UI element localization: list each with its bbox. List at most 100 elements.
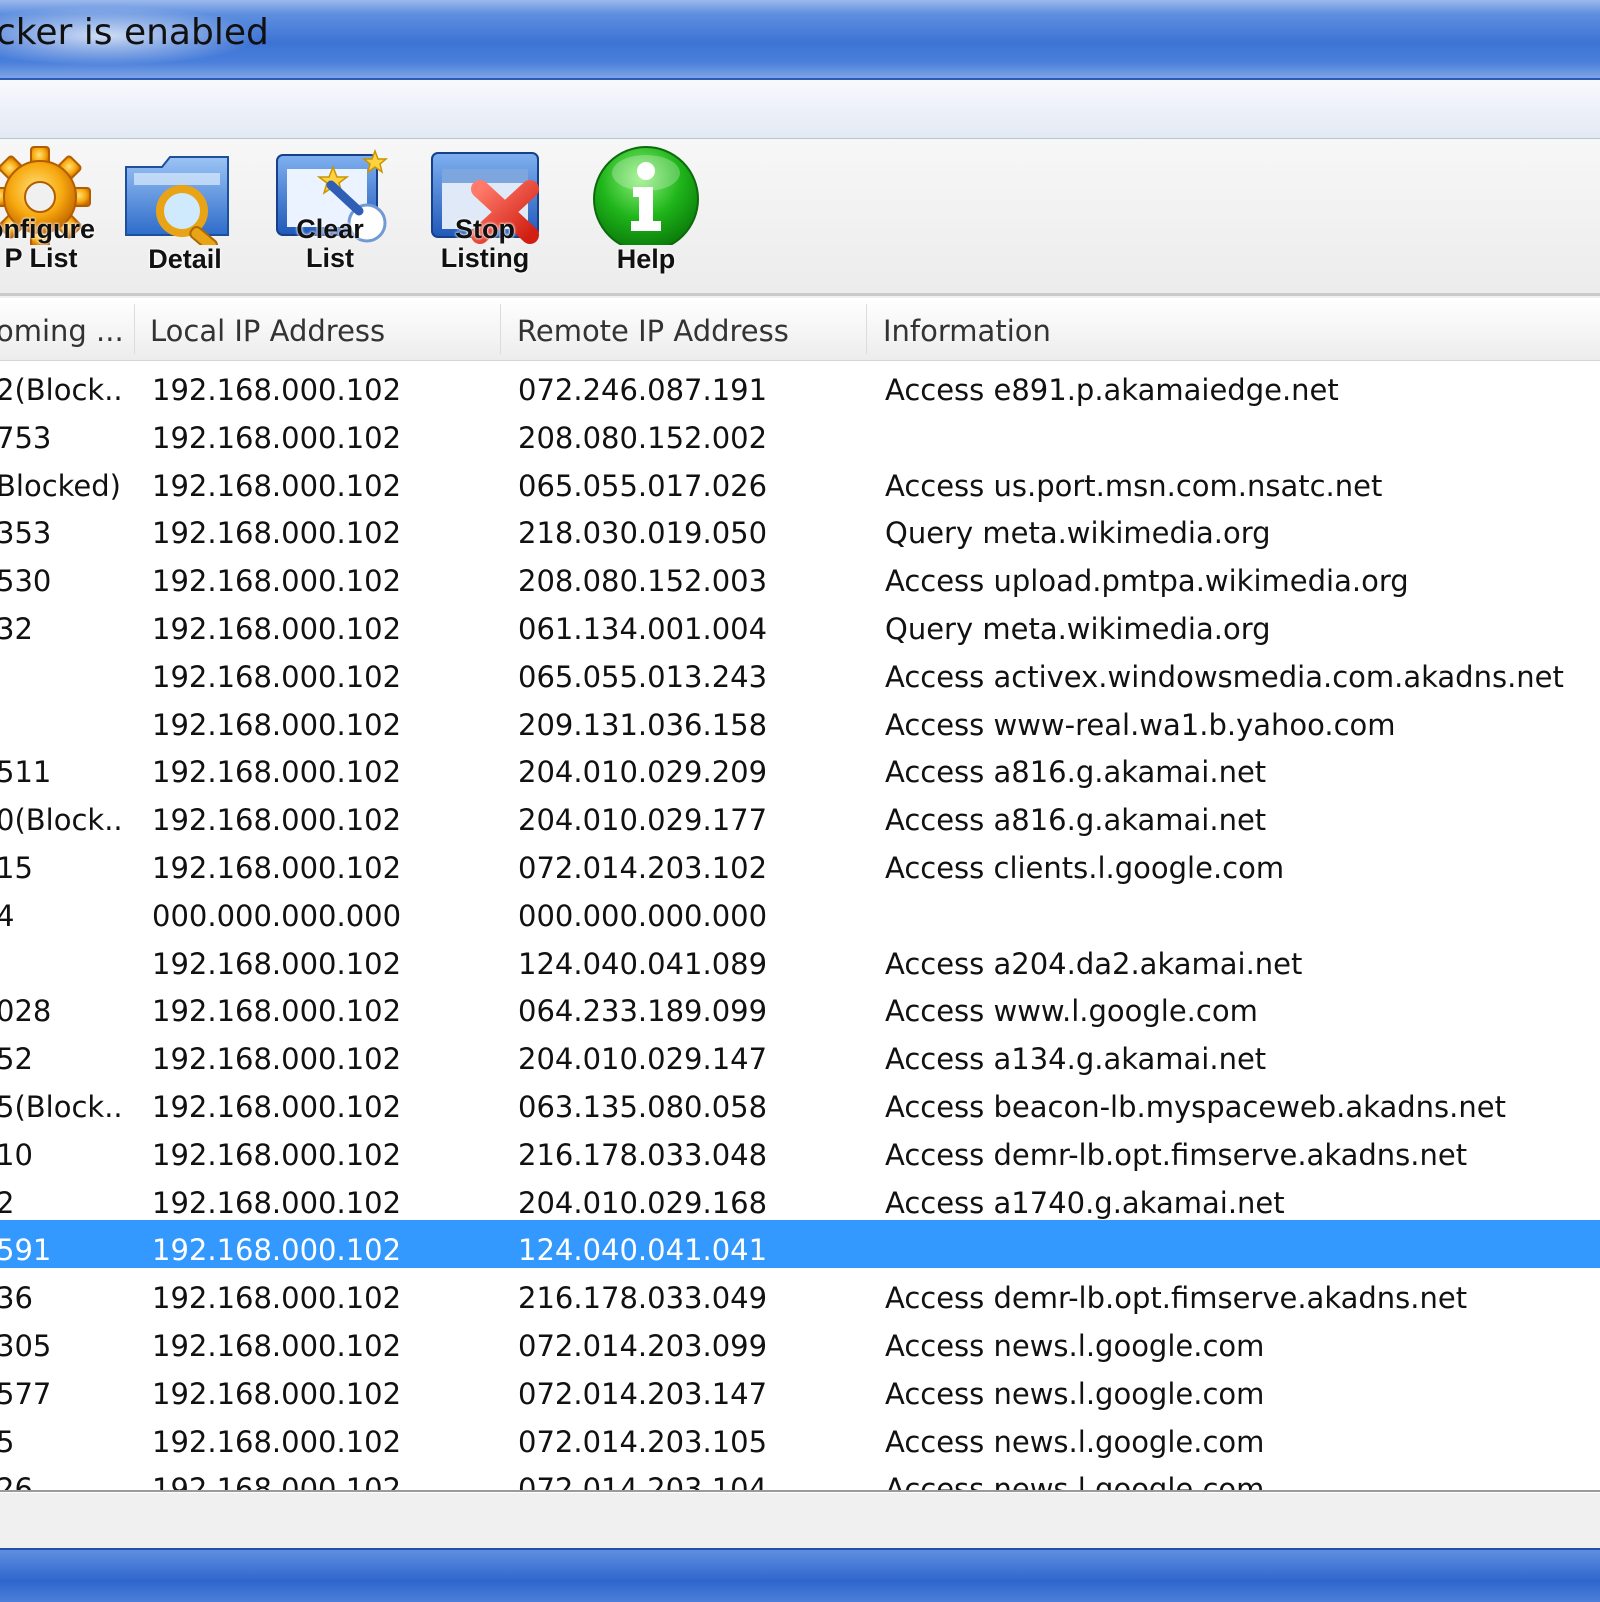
incoming-cell: 353 [0,516,52,551]
clear-list-button[interactable]: Clear List [275,145,405,285]
local-ip-cell: 192.168.000.102 [152,1185,402,1220]
remote-ip-cell: 065.055.017.026 [518,468,768,503]
remote-ip-cell: 072.014.203.147 [518,1376,768,1411]
column-divider[interactable] [500,304,501,354]
toolbar: onfigure P List Detail [0,139,1600,296]
status-bar [0,1492,1600,1549]
remote-ip-cell: 204.010.029.209 [518,755,768,790]
remote-ip-cell: 124.040.041.041 [518,1233,768,1268]
table-row[interactable]: 32 192.168.000.102 061.134.001.004 Query me… [0,599,1600,647]
column-header-remote-ip[interactable]: Remote IP Address [517,298,857,360]
incoming-cell: 15 [0,851,33,885]
table-row[interactable]: 2 192.168.000.102 204.010.029.168 Access a1… [0,1173,1600,1221]
information-cell: Query meta.wikimedia.org [885,612,1271,646]
table-row[interactable]: 353 192.168.000.102 218.030.019.050 Query m… [0,503,1600,551]
local-ip-cell: 192.168.000.102 [152,803,402,838]
table-row[interactable]: 192.168.000.102 209.131.036.158 Access www… [0,695,1600,743]
remote-ip-cell: 208.080.152.003 [518,564,768,599]
information-cell: Access e891.p.akamaiedge.net [885,373,1339,407]
incoming-cell: 4 [0,886,124,934]
stop-listing-button[interactable]: Stop Listing [430,145,560,285]
remote-ip-cell: 072.014.203.099 [518,1329,768,1363]
information-cell: Access a816.g.akamai.net [885,803,1267,838]
table-row[interactable]: 192.168.000.102 065.055.013.243 Access act… [0,647,1600,695]
table-row[interactable]: 511 192.168.000.102 204.010.029.209 Access … [0,742,1600,790]
information-cell: Access a816.g.akamai.net [885,755,1267,790]
table-row[interactable]: 4 000.000.000.000 000.000.000.000 [0,886,1600,934]
remote-ip-cell: 209.131.036.158 [518,707,768,742]
table-row[interactable]: 192.168.000.102 124.040.041.089 Access a20… [0,934,1600,982]
clear-label-line1: Clear [296,214,364,244]
remote-ip-cell: 072.014.203.102 [518,851,768,885]
menu-bar [0,80,1600,139]
remote-ip-cell: 218.030.019.050 [518,516,768,551]
column-divider[interactable] [134,304,135,354]
local-ip-cell: 192.168.000.102 [152,659,402,694]
information-cell: Access activex.windowsmedia.com.akadns.n… [885,659,1564,694]
remote-ip-cell: 064.233.189.099 [518,994,768,1029]
information-cell: Access news.l.google.com [885,1472,1265,1492]
table-row[interactable]: 577 192.168.000.102 072.014.203.147 Access … [0,1364,1600,1412]
help-label: Help [616,244,676,274]
title-bar[interactable]: cker is enabled [0,0,1600,80]
remote-ip-cell: 061.134.001.004 [518,612,768,646]
table-row[interactable]: 028 192.168.000.102 064.233.189.099 Access … [0,981,1600,1029]
table-row[interactable]: 753 192.168.000.102 208.080.152.002 [0,408,1600,456]
table-row[interactable]: 10 192.168.000.102 216.178.033.048 Access d… [0,1125,1600,1173]
table-row[interactable]: 26 192.168.000.102 072.014.203.104 Access n… [0,1459,1600,1492]
clear-label-line2: List [305,243,354,273]
information-cell [885,408,1585,456]
table-row[interactable]: 2(Block... 192.168.000.102 072.246.087.191… [0,360,1600,408]
local-ip-cell: 192.168.000.102 [152,1329,402,1363]
help-button[interactable]: Help [593,145,723,285]
local-ip-cell: 192.168.000.102 [152,1137,402,1172]
information-cell: Access us.port.msn.com.nsatc.net [885,468,1383,503]
detail-button[interactable]: Detail [120,145,250,285]
local-ip-cell: 192.168.000.102 [152,612,402,646]
column-header-incoming[interactable]: oming ... [0,298,126,360]
incoming-cell: 577 [0,1376,52,1411]
information-cell: Access beacon-lb.myspaceweb.akadns.net [885,1090,1506,1124]
information-cell: Access demr-lb.opt.fimserve.akadns.net [885,1137,1468,1172]
window-bottom-frame [0,1548,1600,1602]
table-row[interactable]: Blocked) 192.168.000.102 065.055.017.026 Ac… [0,456,1600,504]
detail-label: Detail [148,244,222,274]
local-ip-cell: 192.168.000.102 [152,994,402,1029]
incoming-cell [0,934,124,982]
table-row-selected[interactable]: 591 192.168.000.102 124.040.041.041 [0,1220,1600,1269]
local-ip-cell: 192.168.000.102 [152,564,402,599]
local-ip-cell: 192.168.000.102 [152,1472,402,1492]
information-cell: Query meta.wikimedia.org [885,516,1271,551]
remote-ip-cell: 208.080.152.002 [518,420,768,455]
information-cell: Access a204.da2.akamai.net [885,946,1303,981]
information-cell: Access www-real.wa1.b.yahoo.com [885,707,1396,742]
remote-ip-cell: 216.178.033.048 [518,1137,768,1172]
remote-ip-cell: 216.178.033.049 [518,1281,768,1316]
incoming-cell: 028 [0,994,52,1029]
column-header-information[interactable]: Information [883,298,1583,360]
table-row[interactable]: 5(Block... 192.168.000.102 063.135.080.058… [0,1077,1600,1125]
table-row[interactable]: 305 192.168.000.102 072.014.203.099 Access … [0,1316,1600,1364]
table-row[interactable]: 530 192.168.000.102 208.080.152.003 Access … [0,551,1600,599]
table-row[interactable]: 15 192.168.000.102 072.014.203.102 Access c… [0,838,1600,886]
local-ip-cell: 192.168.000.102 [152,851,402,885]
column-divider[interactable] [866,304,867,354]
local-ip-cell: 192.168.000.102 [152,946,402,981]
incoming-cell: 10 [0,1137,33,1172]
configure-ip-list-button[interactable]: onfigure P List [0,145,100,285]
table-row[interactable]: 0(Block... 192.168.000.102 204.010.029.177… [0,790,1600,838]
information-cell: Access a134.g.akamai.net [885,1042,1267,1077]
remote-ip-cell: 204.010.029.168 [518,1185,768,1220]
incoming-cell: 530 [0,564,52,599]
local-ip-cell: 192.168.000.102 [152,516,402,551]
table-row[interactable]: 52 192.168.000.102 204.010.029.147 Access a… [0,1029,1600,1077]
incoming-cell: 5 [0,1412,124,1460]
list-header: oming ... Local IP Address Remote IP Add… [0,298,1600,361]
local-ip-cell: 192.168.000.102 [152,755,402,790]
incoming-cell: 52 [0,1042,33,1077]
table-row[interactable]: 5 192.168.000.102 072.014.203.105 Access ne… [0,1412,1600,1460]
table-row[interactable]: 36 192.168.000.102 216.178.033.049 Access d… [0,1268,1600,1316]
column-header-local-ip[interactable]: Local IP Address [150,298,490,360]
remote-ip-cell: 072.014.203.104 [518,1472,768,1492]
connection-list[interactable]: oming ... Local IP Address Remote IP Add… [0,298,1600,1492]
